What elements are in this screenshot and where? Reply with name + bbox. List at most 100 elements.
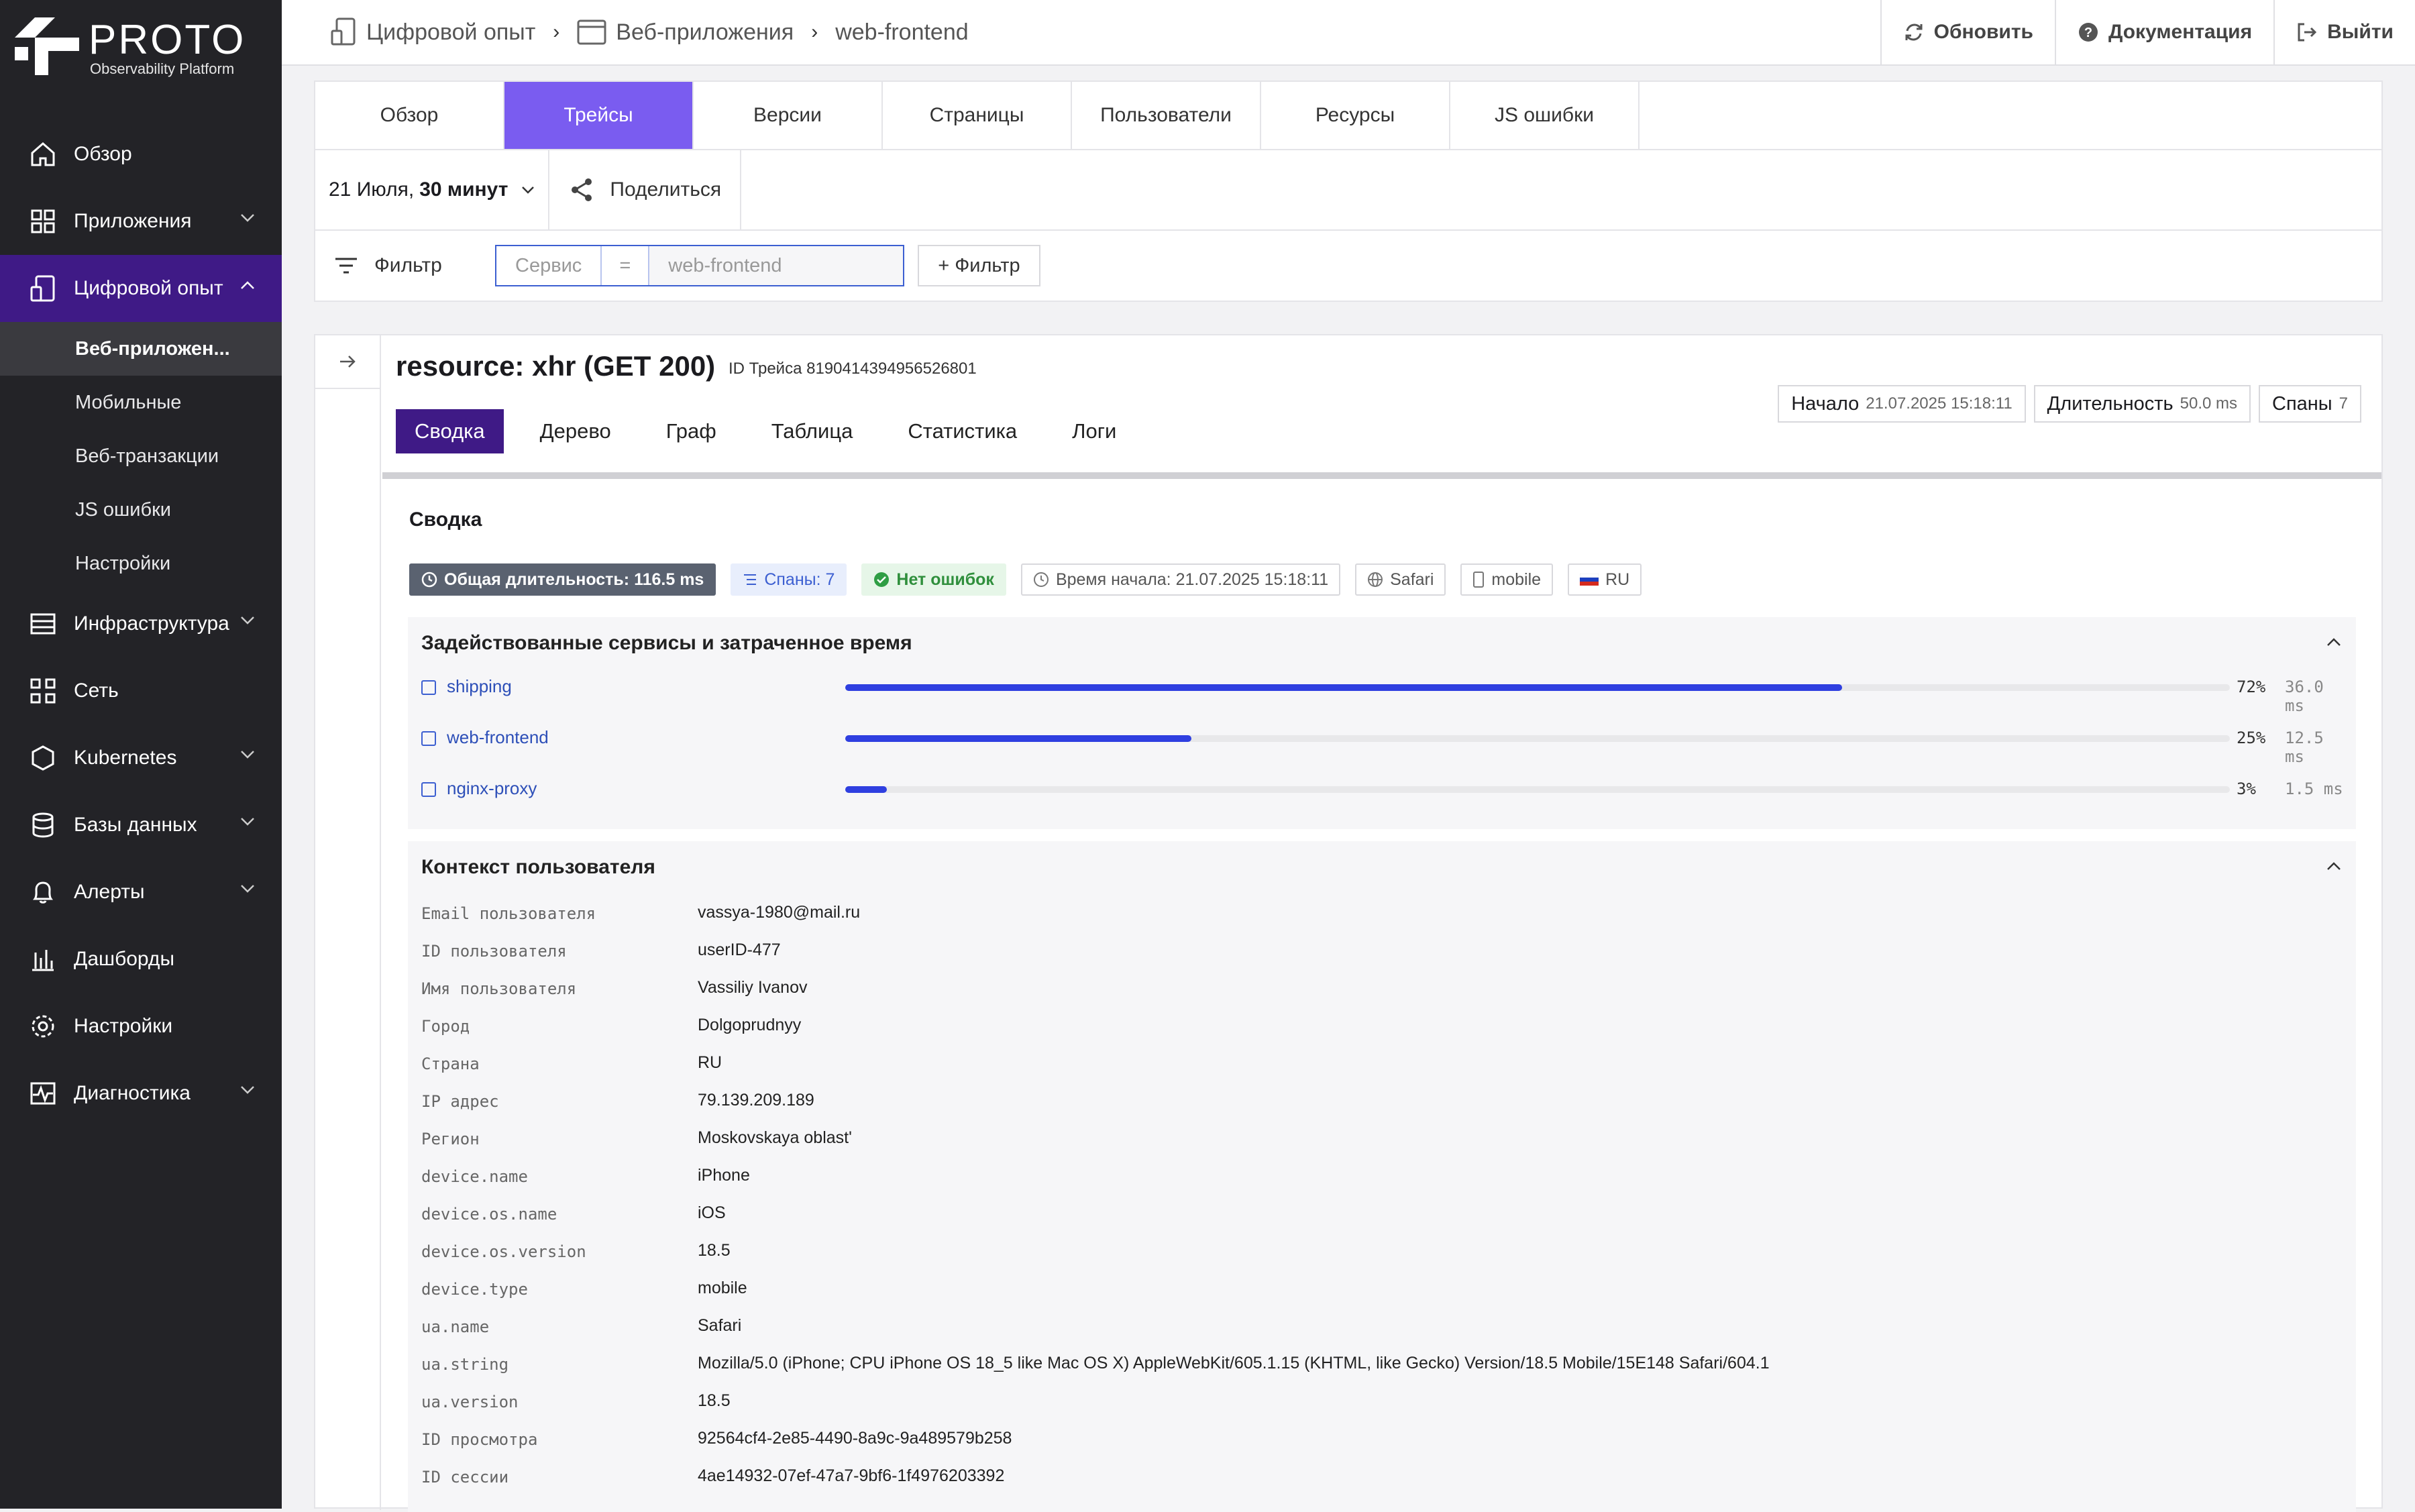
context-key: device.os.version [421,1242,586,1261]
context-value: Mozilla/5.0 (iPhone; CPU iPhone OS 18_5 … [698,1354,1770,1372]
app-tabs: Обзор Трейсы Версии Страницы Пользовател… [315,82,2381,150]
chevron-down-icon [241,885,254,893]
globe-icon [1367,572,1383,588]
trace-start-label: Начало [1791,392,1860,415]
collapse-panel-button[interactable] [315,335,380,389]
sidebar-subitem-web-transactions[interactable]: Веб-транзакции [0,429,282,483]
tab-tree[interactable]: Дерево [521,409,630,453]
app-header-card: Обзор Трейсы Версии Страницы Пользовател… [314,80,2383,302]
kubernetes-icon [27,742,59,774]
trace-duration: Длительность 50.0 ms [2033,385,2251,423]
sidebar-item-label: Настройки [74,1015,173,1037]
service-checkbox[interactable] [421,782,436,797]
device-icon [330,17,357,47]
context-row: ua.string Mozilla/5.0 (iPhone; CPU iPhone… [421,1347,2340,1385]
sidebar-item-settings[interactable]: Настройки [0,993,282,1060]
trace-duration-label: Длительность [2047,392,2174,415]
filter-value-input[interactable]: web-frontend [649,246,904,285]
tab-graph[interactable]: Граф [647,409,735,453]
spans-text: Спаны: 7 [764,570,835,589]
no-errors-badge: Нет ошибок [861,563,1006,596]
trace-spans: Спаны 7 [2259,385,2361,423]
context-key: Город [421,1017,470,1036]
tab-js-errors[interactable]: JS ошибки [1450,82,1640,149]
logo[interactable]: PROTO Observability Platform [15,15,270,77]
service-checkbox[interactable] [421,680,436,695]
context-value: 92564cf4-2e85-4490-8a9c-9a489579b258 [698,1429,1012,1448]
chevron-up-icon[interactable] [2326,861,2341,871]
context-key: Имя пользователя [421,979,577,998]
filter-toggle[interactable]: Фильтр [334,254,495,277]
sidebar-item-dashboards[interactable]: Дашборды [0,926,282,993]
tab-users[interactable]: Пользователи [1072,82,1261,149]
filter-operator[interactable]: = [600,246,650,285]
sidebar-subitem-mobile[interactable]: Мобильные [0,376,282,429]
breadcrumb-item-digital-experience[interactable]: Цифровой опыт [366,19,535,46]
tab-statistics[interactable]: Статистика [889,409,1036,453]
context-value: mobile [698,1279,747,1297]
sidebar-subitem-js-errors[interactable]: JS ошибки [0,483,282,537]
chevron-down-icon [241,214,254,222]
filter-field-input[interactable]: Сервис [496,246,600,285]
sidebar-item-label: Дашборды [74,948,174,970]
sidebar-subitem-web-apps[interactable]: Веб-приложен... [0,322,282,376]
sidebar-item-label: Обзор [74,143,132,165]
sidebar-item-label: Сеть [74,680,119,702]
user-context-section: Контекст пользователя Email пользователя… [408,841,2356,1512]
chevron-up-icon[interactable] [2326,637,2341,647]
sidebar: PROTO Observability Platform Обзор Прило… [0,0,282,1509]
context-row: Регион Moskovskaya oblast' [421,1122,2340,1159]
sidebar-subitem-settings[interactable]: Настройки [0,537,282,590]
service-name-link[interactable]: shipping [447,676,512,697]
service-percent: 25% [2237,728,2266,747]
docs-button[interactable]: ? Документация [2054,0,2273,64]
check-circle-icon [873,572,890,588]
sidebar-item-network[interactable]: Сеть [0,657,282,724]
time-range-picker[interactable]: 21 Июля, 30 минут [315,150,550,229]
tab-resources[interactable]: Ресурсы [1261,82,1450,149]
service-percent: 3% [2237,779,2256,798]
trace-panel: resource: xhr (GET 200) ID Трейса 819041… [314,334,2383,1512]
tab-overview[interactable]: Обзор [315,82,504,149]
sidebar-item-infrastructure[interactable]: Инфраструктура [0,590,282,657]
chevron-down-icon [241,616,254,625]
sidebar-item-kubernetes[interactable]: Kubernetes [0,724,282,792]
sidebar-item-diagnostics[interactable]: Диагностика [0,1060,282,1127]
context-key: Email пользователя [421,904,596,923]
context-row: device.type mobile [421,1272,2340,1309]
service-checkbox[interactable] [421,731,436,746]
sidebar-item-databases[interactable]: Базы данных [0,792,282,859]
services-section: Задействованные сервисы и затраченное вр… [408,617,2356,829]
context-value: iPhone [698,1166,750,1185]
russia-flag-icon [1580,574,1599,586]
sidebar-item-overview[interactable]: Обзор [0,121,282,188]
sidebar-item-alerts[interactable]: Алерты [0,859,282,926]
context-value: 18.5 [698,1241,731,1260]
context-row: Город Dolgoprudnyy [421,1009,2340,1046]
service-name-link[interactable]: nginx-proxy [447,778,537,799]
share-button[interactable]: Поделиться [549,150,742,229]
logout-button[interactable]: Выйти [2273,0,2415,64]
context-row: device.os.version 18.5 [421,1234,2340,1272]
top-actions: Обновить ? Документация Выйти [1880,0,2415,64]
sidebar-item-digital-experience[interactable]: Цифровой опыт [0,255,282,322]
tab-table[interactable]: Таблица [753,409,872,453]
tab-pages[interactable]: Страницы [883,82,1072,149]
service-name-link[interactable]: web-frontend [447,727,549,748]
context-row: ID просмотра 92564cf4-2e85-4490-8a9c-9a48… [421,1422,2340,1460]
context-value: iOS [698,1203,726,1222]
tab-traces[interactable]: Трейсы [504,82,694,149]
tab-versions[interactable]: Версии [694,82,883,149]
sidebar-item-label: Инфраструктура [74,612,229,635]
docs-label: Документация [2108,21,2253,43]
breadcrumb-item-web-apps[interactable]: Веб-приложения [616,19,794,46]
refresh-button[interactable]: Обновить [1880,0,2055,64]
tab-summary[interactable]: Сводка [396,409,504,453]
sidebar-item-apps[interactable]: Приложения [0,188,282,255]
tab-logs[interactable]: Логи [1053,409,1135,453]
summary-badges: Общая длительность: 116.5 ms Спаны: 7 Не… [409,563,1656,596]
add-filter-button[interactable]: + Фильтр [918,245,1040,286]
total-duration-badge: Общая длительность: 116.5 ms [409,563,716,596]
context-value: Vassiliy Ivanov [698,978,808,997]
sidebar-item-label: Kubernetes [74,747,177,769]
